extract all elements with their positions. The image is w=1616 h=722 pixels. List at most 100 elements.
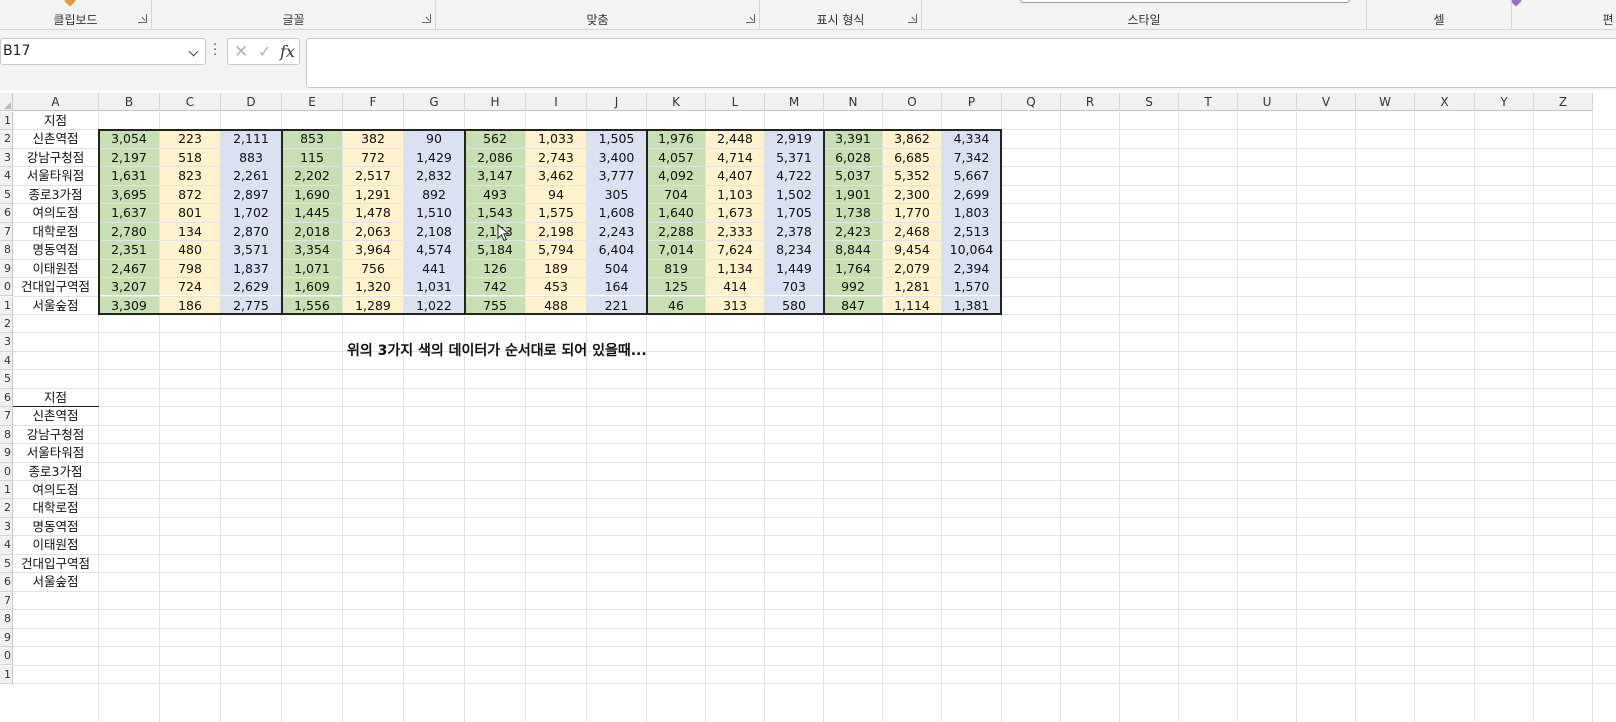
data-cell[interactable]: 1,031 [404, 278, 464, 296]
cancel-icon[interactable]: ✕ [234, 42, 248, 62]
data-cell[interactable]: 4,714 [706, 148, 764, 167]
row-header[interactable]: 5 [0, 185, 13, 205]
data-cell[interactable]: 801 [160, 204, 220, 222]
data-cell[interactable]: 1,502 [765, 185, 823, 204]
data-cell[interactable]: 46 [647, 296, 705, 314]
data-cell[interactable]: 4,407 [706, 167, 764, 185]
data-cell[interactable]: 1,556 [282, 296, 342, 314]
data-cell[interactable]: 1,289 [343, 296, 403, 314]
data-cell[interactable]: 703 [765, 278, 823, 296]
row-header[interactable]: 3 [0, 517, 13, 537]
data-cell[interactable]: 2,743 [526, 148, 586, 167]
data-cell[interactable]: 1,281 [883, 278, 941, 296]
insert-function-icon[interactable]: fx [280, 42, 295, 61]
store-name-cell[interactable]: 여의도점 [13, 481, 98, 498]
data-cell[interactable]: 2,394 [942, 259, 1001, 278]
data-cell[interactable]: 90 [404, 130, 464, 148]
data-cell[interactable]: 8,234 [765, 241, 823, 259]
row-header[interactable]: 9 [0, 444, 13, 463]
data-cell[interactable]: 1,637 [99, 204, 159, 222]
data-cell[interactable]: 453 [526, 278, 586, 296]
data-cell[interactable]: 115 [282, 148, 342, 167]
data-cell[interactable]: 6,404 [587, 241, 646, 259]
row-header[interactable]: 3 [0, 333, 13, 352]
row-header[interactable]: 9 [0, 628, 13, 648]
column-header-u[interactable]: U [1238, 93, 1297, 111]
row-header[interactable]: 7 [0, 591, 13, 611]
data-cell[interactable]: 1,445 [282, 204, 342, 222]
row-header[interactable]: 4 [0, 351, 13, 371]
data-cell[interactable]: 562 [465, 130, 525, 148]
column-header-k[interactable]: K [647, 93, 706, 111]
data-cell[interactable]: 6,685 [883, 148, 941, 167]
formula-input[interactable] [306, 38, 1616, 88]
data-cell[interactable]: 134 [160, 222, 220, 241]
store-name-cell[interactable]: 종로3가점 [13, 463, 98, 480]
store-name-cell[interactable]: 신촌역점 [13, 407, 98, 424]
data-cell[interactable]: 2,333 [706, 222, 764, 241]
header-store[interactable]: 지점 [13, 389, 98, 406]
data-cell[interactable]: 3,695 [99, 185, 159, 204]
store-name-cell[interactable]: 이태원점 [13, 536, 98, 553]
column-header-o[interactable]: O [883, 93, 942, 111]
data-cell[interactable]: 2,513 [942, 222, 1001, 241]
data-cell[interactable]: 1,429 [404, 148, 464, 167]
row-header[interactable]: 4 [0, 536, 13, 555]
data-cell[interactable]: 2,378 [765, 222, 823, 241]
row-header[interactable]: 6 [0, 573, 13, 592]
store-name-cell[interactable]: 명동역점 [13, 518, 98, 535]
data-cell[interactable]: 1,071 [282, 259, 342, 278]
data-cell[interactable]: 4,334 [942, 130, 1001, 148]
dialog-launcher-icon[interactable] [422, 14, 431, 23]
data-cell[interactable]: 414 [706, 278, 764, 296]
data-cell[interactable]: 2,629 [221, 278, 281, 296]
data-cell[interactable]: 186 [160, 296, 220, 314]
column-header-g[interactable]: G [404, 93, 465, 111]
data-cell[interactable]: 2,897 [221, 185, 281, 204]
column-header-h[interactable]: H [465, 93, 526, 111]
row-header[interactable]: 8 [0, 241, 13, 260]
data-cell[interactable]: 3,054 [99, 130, 159, 148]
data-cell[interactable]: 1,478 [343, 204, 403, 222]
column-header-c[interactable]: C [160, 93, 221, 111]
data-cell[interactable]: 724 [160, 278, 220, 296]
data-cell[interactable]: 853 [282, 130, 342, 148]
column-header-a[interactable]: A [13, 93, 99, 111]
data-cell[interactable]: 3,777 [587, 167, 646, 185]
data-cell[interactable]: 1,770 [883, 204, 941, 222]
data-cell[interactable]: 755 [465, 296, 525, 314]
data-cell[interactable]: 2,261 [221, 167, 281, 185]
row-header[interactable]: 3 [0, 148, 13, 168]
data-cell[interactable]: 313 [706, 296, 764, 314]
data-cell[interactable]: 1,103 [706, 185, 764, 204]
column-header-m[interactable]: M [765, 93, 824, 111]
data-cell[interactable]: 1,510 [404, 204, 464, 222]
data-cell[interactable]: 5,184 [465, 241, 525, 259]
column-header-p[interactable]: P [942, 93, 1002, 111]
data-cell[interactable]: 5,371 [765, 148, 823, 167]
data-cell[interactable]: 2,111 [221, 130, 281, 148]
data-cell[interactable]: 480 [160, 241, 220, 259]
data-cell[interactable]: 7,342 [942, 148, 1001, 167]
data-cell[interactable]: 504 [587, 259, 646, 278]
data-cell[interactable]: 223 [160, 130, 220, 148]
store-name-cell[interactable]: 명동역점 [13, 241, 98, 258]
data-cell[interactable]: 3,309 [99, 296, 159, 314]
chevron-down-icon[interactable] [188, 46, 199, 57]
data-cell[interactable]: 2,197 [99, 148, 159, 167]
data-cell[interactable]: 580 [765, 296, 823, 314]
cell-styles-gallery[interactable] [1020, 0, 1350, 3]
data-cell[interactable]: 1,022 [404, 296, 464, 314]
data-cell[interactable]: 9,454 [883, 241, 941, 259]
row-header[interactable]: 1 [0, 112, 13, 131]
data-cell[interactable]: 1,570 [942, 278, 1001, 296]
store-name-cell[interactable]: 이태원점 [13, 260, 98, 277]
data-cell[interactable]: 1,134 [706, 259, 764, 278]
data-cell[interactable]: 189 [526, 259, 586, 278]
store-name-cell[interactable]: 서울숲점 [13, 573, 98, 590]
row-header[interactable]: 7 [0, 407, 13, 426]
data-cell[interactable]: 1,575 [526, 204, 586, 222]
data-cell[interactable]: 518 [160, 148, 220, 167]
data-cell[interactable]: 756 [343, 259, 403, 278]
column-header-x[interactable]: X [1415, 93, 1475, 111]
